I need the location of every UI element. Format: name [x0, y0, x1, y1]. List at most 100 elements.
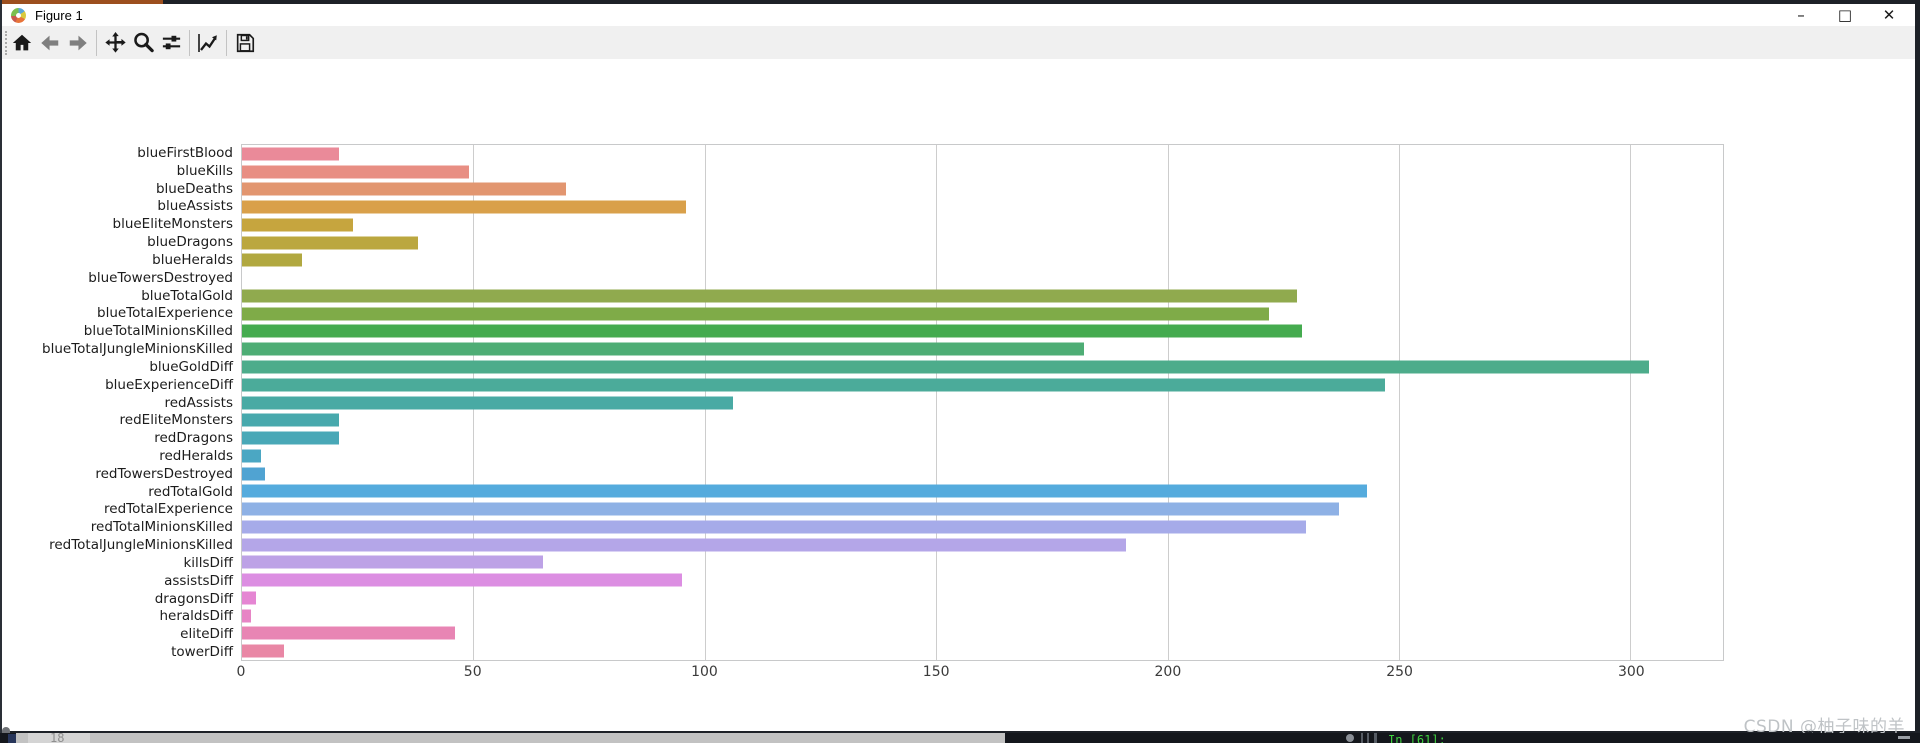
bar-redTotalMinionsKilled — [242, 520, 1307, 534]
save-button[interactable] — [232, 29, 258, 57]
bar-dragonsDiff — [242, 591, 256, 605]
x-tick-label: 150 — [922, 664, 950, 680]
sliders-icon — [160, 31, 183, 54]
bar-killsDiff — [242, 555, 543, 569]
bar-blueTotalMinionsKilled — [242, 324, 1302, 338]
x-tick-label: 0 — [236, 664, 246, 680]
x-tick-label: 200 — [1154, 664, 1182, 680]
console-divider — [1374, 733, 1377, 743]
bar-blueTotalExperience — [242, 307, 1270, 321]
pan-move-icon — [104, 31, 127, 54]
y-tick-label-blueTowersDestroyed: blueTowersDestroyed — [88, 269, 233, 286]
x-tick-label: 250 — [1386, 664, 1413, 680]
line-chart-icon — [196, 31, 220, 55]
editor-glyph — [8, 734, 16, 743]
console-scroll-dash — [1898, 736, 1910, 739]
y-tick-label-blueDragons: blueDragons — [147, 234, 233, 251]
gridline — [1167, 145, 1169, 660]
y-tick-label-redTotalJungleMinionsKilled: redTotalJungleMinionsKilled — [49, 537, 233, 554]
console-divider — [1367, 733, 1369, 743]
bar-redTotalGold — [242, 484, 1367, 498]
y-tick-label-blueTotalJungleMinionsKilled: blueTotalJungleMinionsKilled — [42, 341, 233, 358]
bar-redDragons — [242, 431, 340, 445]
toolbar-separator — [96, 29, 97, 56]
forward-button[interactable] — [65, 29, 91, 57]
console-divider — [1361, 733, 1363, 743]
bar-eliteDiff — [242, 626, 455, 640]
y-tick-label-blueTotalGold: blueTotalGold — [141, 287, 233, 304]
y-tick-label-heraldsDiff: heraldsDiff — [159, 608, 234, 625]
x-tick-label: 100 — [691, 664, 718, 680]
editor-strip: 18 — [16, 733, 1005, 743]
bar-blueDragons — [242, 236, 418, 250]
console-prompt: In [61]: — [1388, 733, 1446, 743]
y-tick-label-redHeralds: redHeralds — [159, 447, 233, 464]
bar-redTotalExperience — [242, 502, 1339, 516]
gridline — [1399, 145, 1401, 660]
y-tick-label-redEliteMonsters: redEliteMonsters — [119, 412, 233, 429]
y-tick-label-assistsDiff: assistsDiff — [164, 572, 233, 589]
y-tick-label-eliteDiff: eliteDiff — [180, 626, 233, 643]
y-tick-label-blueExperienceDiff: blueExperienceDiff — [105, 376, 233, 393]
y-tick-label-blueTotalExperience: blueTotalExperience — [97, 305, 233, 322]
zoom-button[interactable] — [130, 29, 156, 57]
save-floppy-icon — [234, 32, 256, 54]
bar-redAssists — [242, 396, 733, 409]
bar-blueAssists — [242, 200, 687, 214]
close-button[interactable]: ✕ — [1867, 4, 1911, 26]
y-tick-label-redTotalGold: redTotalGold — [148, 483, 233, 500]
y-tick-label-blueGoldDiff: blueGoldDiff — [149, 358, 233, 375]
console-icon — [1346, 734, 1354, 742]
window-controls: – □ ✕ — [1779, 4, 1911, 26]
minimize-button[interactable]: – — [1779, 4, 1823, 26]
y-tick-label-redTotalExperience: redTotalExperience — [104, 501, 233, 518]
configure-subplots-button[interactable] — [158, 29, 184, 57]
gridline — [936, 145, 938, 660]
y-tick-label-killsDiff: killsDiff — [183, 554, 233, 571]
bar-redTowersDestroyed — [242, 467, 266, 481]
bar-towerDiff — [242, 644, 284, 658]
x-axis-tick-labels: 0 50 100 150 200 250 300 — [237, 664, 1724, 684]
bar-blueEliteMonsters — [242, 218, 354, 232]
home-button[interactable] — [9, 29, 35, 57]
back-button[interactable] — [37, 29, 63, 57]
bar-redTotalJungleMinionsKilled — [242, 538, 1126, 552]
bar-redHeralds — [242, 449, 261, 463]
y-tick-label-blueTotalMinionsKilled: blueTotalMinionsKilled — [83, 323, 233, 340]
x-tick-label: 300 — [1617, 664, 1645, 680]
y-tick-label-blueDeaths: blueDeaths — [155, 180, 233, 197]
y-tick-label-redDragons: redDragons — [154, 430, 233, 447]
toolbar-separator — [226, 29, 227, 56]
zoom-magnifier-icon — [132, 31, 155, 54]
gridline — [1630, 145, 1632, 660]
bar-heraldsDiff — [242, 609, 252, 623]
plot-area — [241, 144, 1724, 661]
pan-button[interactable] — [102, 29, 128, 57]
x-tick-label: 50 — [463, 664, 482, 680]
edit-curves-button[interactable] — [195, 29, 221, 57]
bar-blueTotalJungleMinionsKilled — [242, 342, 1085, 356]
y-axis-labels: blueFirstBlood blueKills blueDeaths blueAss… — [0, 144, 237, 661]
y-tick-label-blueAssists: blueAssists — [157, 198, 233, 215]
matplotlib-logo-icon — [11, 7, 26, 23]
toolbar-separator — [189, 29, 190, 56]
toolbar — [2, 26, 1915, 59]
y-tick-label-redTowersDestroyed: redTowersDestroyed — [95, 465, 233, 482]
bar-blueHeralds — [242, 253, 303, 267]
toolbar-grip-handle[interactable] — [5, 30, 8, 55]
bar-blueTotalGold — [242, 289, 1298, 303]
y-tick-label-redAssists: redAssists — [164, 394, 233, 411]
maximize-button[interactable]: □ — [1823, 4, 1867, 26]
y-tick-label-towerDiff: towerDiff — [171, 644, 233, 661]
titlebar[interactable]: Figure 1 – □ ✕ — [2, 4, 1915, 26]
bar-assistsDiff — [242, 573, 682, 587]
y-tick-label-blueFirstBlood: blueFirstBlood — [137, 144, 233, 161]
editor-line-number: 18 — [50, 733, 65, 743]
y-tick-label-dragonsDiff: dragonsDiff — [154, 590, 233, 607]
screen: Figure 1 – □ ✕ blueFirstBlood blueKills … — [0, 0, 1920, 743]
y-tick-label-blueKills: blueKills — [176, 162, 233, 179]
y-tick-label-blueEliteMonsters: blueEliteMonsters — [112, 216, 234, 233]
bar-redEliteMonsters — [242, 413, 340, 427]
bar-blueKills — [242, 165, 469, 179]
bar-blueDeaths — [242, 182, 566, 196]
